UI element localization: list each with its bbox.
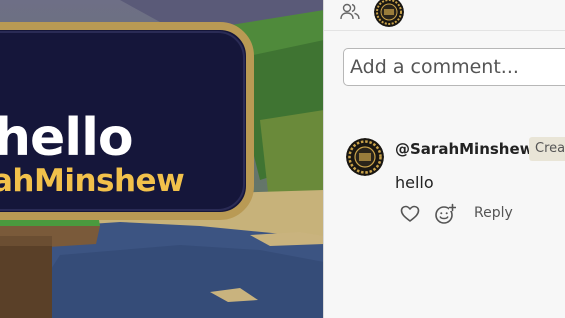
panel-top-bar <box>324 0 565 31</box>
sign-author: ahMinshew <box>0 163 185 199</box>
reply-button[interactable]: Reply <box>474 205 513 221</box>
badge-avatar-icon <box>374 0 404 27</box>
people-icon[interactable] <box>340 2 360 22</box>
comments-panel: @SarahMinshew Creator hello Reply <box>324 0 565 318</box>
sign-message: hello <box>0 108 134 168</box>
emoji-add-icon[interactable] <box>434 203 456 225</box>
sign: hello ahMinshew <box>0 0 324 318</box>
comment-text: hello <box>395 173 434 192</box>
add-comment-input[interactable] <box>343 48 565 86</box>
comment-author-name[interactable]: @SarahMinshew <box>395 140 534 158</box>
game-scene: hello ahMinshew <box>0 0 324 318</box>
comment-author-avatar[interactable] <box>346 138 384 176</box>
heart-icon[interactable] <box>399 203 421 225</box>
user-avatar[interactable] <box>374 0 404 27</box>
creator-badge: Creator <box>529 137 565 161</box>
badge-avatar-icon <box>346 138 384 176</box>
